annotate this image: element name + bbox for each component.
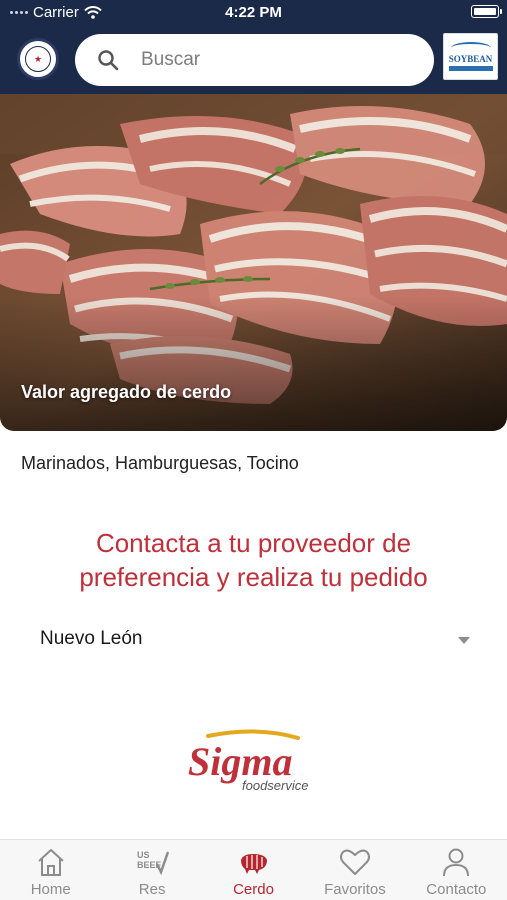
pork-icon bbox=[240, 854, 267, 874]
app-header: Carrier 4:22 PM ★ SOYBEAN bbox=[0, 0, 507, 94]
sigma-logo-graphic: Sigma foodservice bbox=[188, 729, 308, 793]
heart-icon bbox=[339, 849, 370, 875]
hero-caption: Valor agregado de cerdo bbox=[21, 382, 232, 402]
tab-cerdo[interactable]: Cerdo bbox=[203, 840, 304, 900]
contact-prompt: Contacta a tu proveedor de preferencia y… bbox=[0, 526, 507, 594]
tab-contacto-label: Contacto bbox=[426, 881, 487, 898]
product-list: Marinados, Hamburguesas, Tocino bbox=[21, 453, 299, 473]
flag-icon: ★ bbox=[25, 46, 51, 72]
home-icon bbox=[38, 849, 64, 876]
tab-cerdo-label: Cerdo bbox=[233, 881, 274, 898]
state-dropdown[interactable]: Nuevo León bbox=[40, 628, 475, 658]
soybean-logo[interactable]: SOYBEAN bbox=[443, 33, 498, 80]
contact-prompt-line-1: Contacta a tu proveedor de bbox=[95, 528, 412, 558]
logo-bar bbox=[448, 66, 493, 71]
tab-res[interactable]: US BEEF Res bbox=[101, 840, 202, 900]
search-icon bbox=[98, 50, 119, 71]
tab-home[interactable]: Home bbox=[0, 840, 101, 900]
association-logo[interactable]: ★ bbox=[17, 38, 59, 80]
tab-home-label: Home bbox=[30, 881, 71, 898]
search-bar[interactable] bbox=[75, 34, 434, 86]
supplier-logo-sigma[interactable]: Sigma foodservice bbox=[186, 728, 322, 798]
hero-banner[interactable] bbox=[0, 94, 507, 431]
svg-text:US: US bbox=[137, 850, 150, 860]
chevron-down-icon bbox=[458, 637, 470, 644]
bacon-photo bbox=[0, 94, 507, 431]
status-bar: Carrier 4:22 PM bbox=[0, 0, 507, 24]
tab-favoritos-label: Favoritos bbox=[324, 881, 386, 898]
battery-icon bbox=[471, 5, 502, 18]
soybean-logo-text: SOYBEAN bbox=[448, 54, 493, 64]
search-input[interactable] bbox=[141, 49, 381, 71]
logo-arc bbox=[450, 42, 491, 54]
tab-bar: Home US BEEF Res Cerdo Favoritos Contact… bbox=[0, 839, 507, 900]
tab-contacto[interactable]: Contacto bbox=[406, 840, 507, 900]
tab-res-label: Res bbox=[138, 881, 166, 898]
state-dropdown-value: Nuevo León bbox=[40, 628, 143, 649]
beef-icon: US BEEF bbox=[137, 850, 170, 876]
tab-favoritos[interactable]: Favoritos bbox=[304, 840, 405, 900]
status-time: 4:22 PM bbox=[225, 4, 282, 21]
person-icon bbox=[443, 848, 470, 877]
supplier-subtitle: foodservice bbox=[242, 778, 308, 793]
contact-prompt-line-2: preferencia y realiza tu pedido bbox=[79, 562, 428, 592]
